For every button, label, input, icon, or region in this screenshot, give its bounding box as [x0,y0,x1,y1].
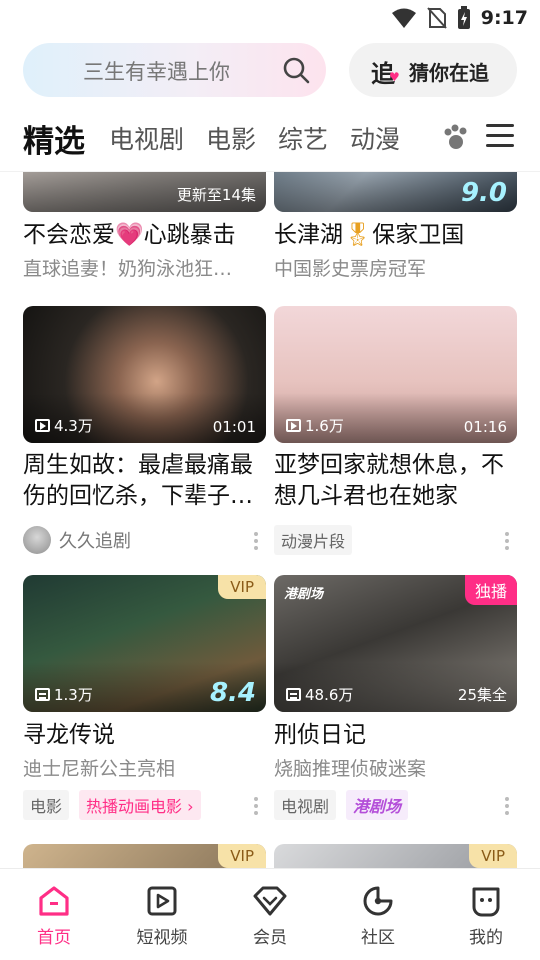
channel-tag[interactable]: 港剧场 [346,790,409,820]
diamond-icon [253,886,287,916]
video-card[interactable]: VIP [23,844,266,868]
video-card[interactable]: 9.0 长津湖🎖保家卫国 中国影史票房冠军 [274,172,517,281]
video-thumbnail[interactable]: VIP [274,844,517,868]
video-subtitle: 烧脑推理侦破迷案 [274,758,427,780]
nav-label: 短视频 [136,928,188,948]
more-options-icon[interactable] [505,797,509,818]
video-title: 亚梦回家就想休息，不想几斗君也在她家 [274,452,504,509]
video-title: 不会恋爱💗心跳暴击 [23,222,236,248]
episode-status: 更新至14集 [176,186,256,204]
duration: 01:01 [212,418,256,436]
duration: 01:16 [463,418,507,436]
vip-badge: VIP [469,844,517,868]
channel-menu-icon[interactable] [486,124,514,154]
tab-variety[interactable]: 综艺 [278,120,328,156]
video-thumbnail[interactable]: 港剧场 独播 48.6万 25集全 [274,575,517,712]
view-count: 48.6万 [286,684,353,705]
episode-status: 25集全 [457,686,507,704]
tv-icon [35,688,50,701]
tab-anime[interactable]: 动漫 [350,120,400,156]
community-icon [363,886,393,916]
nav-label: 首页 [37,928,71,948]
nav-home[interactable]: 首页 [0,869,108,960]
search-bar[interactable]: 三生有幸遇上你 [23,43,326,97]
no-sim-icon [426,7,447,29]
nav-label: 社区 [361,928,395,948]
category-tabs: 精选 电视剧 电影 综艺 动漫 [23,112,422,164]
nav-profile[interactable]: 我的 [432,869,540,960]
video-thumbnail[interactable]: 更新至14集 [23,172,266,212]
profile-icon [472,887,500,917]
video-subtitle: 迪士尼新公主亮相 [23,758,176,780]
video-title: 刑侦日记 [274,722,366,748]
category-tag[interactable]: 动漫片段 [274,525,353,555]
search-icon[interactable] [282,56,310,84]
avatar[interactable] [23,526,51,554]
exclusive-badge: 独播 [464,575,517,605]
video-title: 长津湖🎖保家卫国 [274,222,465,248]
search-suggestion-text: 三生有幸遇上你 [83,60,230,84]
category-tag[interactable]: 电影 [23,790,70,820]
category-tag[interactable]: 电视剧 [274,790,337,820]
more-options-icon[interactable] [254,797,258,818]
tab-tv-series[interactable]: 电视剧 [109,120,184,156]
uploader-name[interactable]: 久久追剧 [59,527,131,553]
home-icon [39,886,69,916]
rating-score: 8.4 [209,678,256,708]
video-card[interactable]: 1.6万 01:16 亚梦回家就想休息，不想几斗君也在她家 动漫片段 [274,306,517,556]
chase-button[interactable]: 追 ♥ 猜你在追 [349,43,517,97]
thumbnail-logo: 港剧场 [284,587,324,602]
play-icon [286,419,301,432]
video-thumbnail[interactable]: 4.3万 01:01 [23,306,266,443]
tab-featured[interactable]: 精选 [23,116,85,161]
chase-icon: 追 ♥ [371,60,400,88]
video-thumbnail[interactable]: 1.6万 01:16 [274,306,517,443]
status-time: 9:17 [480,7,528,29]
vip-badge: VIP [218,844,266,868]
nav-short-video[interactable]: 短视频 [108,869,216,960]
heart-icon: ♥ [389,70,400,84]
view-count: 4.3万 [35,415,93,436]
more-options-icon[interactable] [254,532,258,553]
app-screen: 9:17 三生有幸遇上你 追 ♥ 猜你在追 精选 电视剧 电影 综艺 动漫 更新至… [0,0,540,960]
nav-label: 我的 [469,928,503,948]
wifi-icon [391,8,416,28]
video-thumbnail[interactable]: VIP 1.3万 8.4 [23,575,266,712]
video-card[interactable]: 港剧场 独播 48.6万 25集全 刑侦日记 烧脑推理侦破迷案 电视剧 港剧场 [274,575,517,821]
tv-icon [286,688,301,701]
view-count: 1.6万 [286,415,344,436]
video-thumbnail[interactable]: VIP [23,844,266,868]
video-card[interactable]: 4.3万 01:01 周生如故：最虐最痛最伤的回忆杀，下辈子… 久久追剧 [23,306,266,556]
video-card[interactable]: VIP 1.3万 8.4 寻龙传说 迪士尼新公主亮相 电影 热播动画电影 › [23,575,266,821]
content-feed[interactable]: 更新至14集 不会恋爱💗心跳暴击 直球追妻！奶狗泳池狂… 9.0 长津湖🎖保家卫… [0,172,540,868]
short-video-icon [147,886,177,916]
video-title: 周生如故：最虐最痛最伤的回忆杀，下辈子… [23,452,253,509]
battery-charging-icon [457,6,470,29]
video-subtitle: 中国影史票房冠军 [274,258,427,280]
nav-membership[interactable]: 会员 [216,869,324,960]
nav-label: 会员 [253,928,287,948]
more-options-icon[interactable] [505,532,509,553]
video-thumbnail[interactable]: 9.0 [274,172,517,212]
status-bar: 9:17 [0,0,540,36]
tab-movies[interactable]: 电影 [206,120,256,156]
chase-label: 猜你在追 [409,61,489,85]
vip-badge: VIP [218,575,266,599]
nav-community[interactable]: 社区 [324,869,432,960]
paw-channel-icon[interactable] [441,122,471,152]
bottom-navigation: 首页 短视频 会员 社区 我的 [0,868,540,960]
view-count: 1.3万 [35,684,93,705]
ranking-tag[interactable]: 热播动画电影 › [79,790,201,820]
rating-score: 9.0 [460,178,507,208]
medal-icon: 🎖 [343,222,373,248]
play-icon [35,419,50,432]
video-subtitle: 直球追妻！奶狗泳池狂… [23,258,233,280]
heart-icon: 💗 [115,222,144,248]
video-title: 寻龙传说 [23,722,115,748]
video-card[interactable]: 更新至14集 不会恋爱💗心跳暴击 直球追妻！奶狗泳池狂… [23,172,266,281]
video-card[interactable]: VIP [274,844,517,868]
